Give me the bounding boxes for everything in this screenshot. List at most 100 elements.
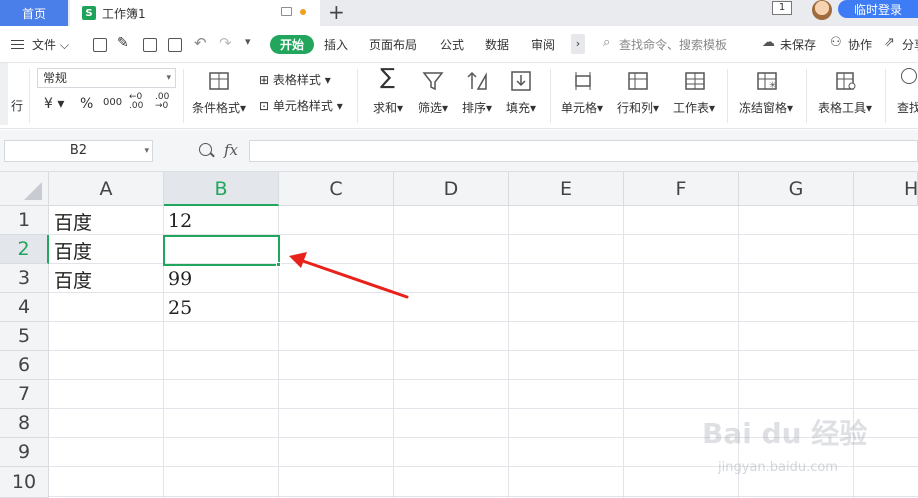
sort-button[interactable]: 排序▾ [462,99,492,116]
worksheet-button[interactable]: 工作表▾ [673,99,715,116]
format-painter-icon[interactable]: ✎ [117,35,129,51]
cell-style-button[interactable]: ⊡ 单元格样式 ▾ [259,97,343,114]
unsaved-dot-icon [300,9,306,15]
more-tabs-chevron-icon[interactable]: › [571,34,585,54]
ribbon-separator [806,69,807,123]
row-header-8[interactable]: 8 [0,409,49,438]
increase-decimal-button[interactable]: ←0 .00 [129,93,147,111]
cell-style-icon: ⊡ [259,99,270,113]
ribbon-separator [550,69,551,123]
freeze-panes-icon[interactable]: ✳ [756,70,778,92]
fill-button[interactable]: 填充▾ [506,99,536,116]
percent-format-button[interactable]: % [80,96,93,112]
table-tools-button[interactable]: 表格工具▾ [818,99,872,116]
svg-text:✳: ✳ [769,81,777,91]
tab-data[interactable]: 数据 [485,36,509,53]
tab-insert[interactable]: 插入 [324,36,348,53]
number-format-select[interactable]: 常规 [37,68,176,88]
cell-icon[interactable] [572,70,594,92]
zoom-icon[interactable] [199,143,212,156]
ribbon-separator [885,69,886,123]
column-header-b[interactable]: B [164,172,279,206]
cell-b1[interactable]: 12 [168,210,192,232]
collaborate-button[interactable]: 协作 [848,36,872,53]
select-all-corner[interactable] [0,172,49,206]
file-menu[interactable]: 文件 ⌵ [32,36,69,53]
row-header-1[interactable]: 1 [0,206,49,235]
tab-page-layout[interactable]: 页面布局 [369,36,417,53]
name-box[interactable]: B2 ▾ [4,140,153,162]
cell-b3[interactable]: 99 [168,268,192,290]
filter-button[interactable]: 筛选▾ [418,99,448,116]
column-header-h[interactable]: H [854,172,918,206]
command-search-input[interactable]: 查找命令、搜索模板 [619,36,727,53]
table-tools-icon[interactable] [835,70,857,92]
conditional-format-button[interactable]: 条件格式▾ [192,99,246,116]
undo-icon[interactable]: ↶ [194,34,207,52]
row-header-4[interactable]: 4 [0,293,49,322]
tab-bar: 首页 S 工作簿1 + 1 临时登录 [0,0,918,26]
table-style-button[interactable]: ⊞ 表格样式 ▾ [259,71,331,88]
grid-line [49,292,918,293]
cell-a2[interactable]: 百度 [54,237,92,264]
cell-a3[interactable]: 百度 [54,266,92,293]
row-column-icon[interactable] [627,70,649,92]
save-icon[interactable] [93,38,107,52]
conditional-format-icon[interactable] [208,70,230,92]
avatar[interactable] [812,0,832,20]
row-column-button[interactable]: 行和列▾ [617,99,659,116]
hamburger-icon[interactable] [11,40,24,49]
cell-b4[interactable]: 25 [168,297,192,319]
row-header-9[interactable]: 9 [0,438,49,467]
ribbon-scroll-left[interactable] [0,63,8,125]
row-header-5[interactable]: 5 [0,322,49,351]
share-button[interactable]: 分享 [902,36,918,53]
formula-input[interactable] [249,140,918,162]
column-header-e[interactable]: E [509,172,624,206]
print-preview-icon[interactable] [168,38,182,52]
active-cell-selection[interactable] [163,235,280,266]
sort-icon[interactable] [466,70,488,92]
tab-home[interactable]: 首页 [0,0,68,26]
column-header-f[interactable]: F [624,172,739,206]
column-header-a[interactable]: A [49,172,164,206]
grid-line [49,496,918,497]
window-count-badge[interactable]: 1 [772,1,792,15]
chevron-down-icon[interactable]: ▾ [144,141,149,161]
thousands-separator-button[interactable]: 000 [103,97,122,108]
decrease-decimal-button[interactable]: .00 →0 [155,93,173,111]
freeze-panes-button[interactable]: 冻结窗格▾ [739,99,793,116]
sum-icon[interactable]: ∑ [380,65,395,90]
quick-access-dropdown-icon[interactable]: ▾ [245,35,251,48]
column-header-c[interactable]: C [279,172,394,206]
print-icon[interactable] [143,38,157,52]
login-button[interactable]: 临时登录 [838,0,918,18]
sum-button[interactable]: 求和▾ [373,99,403,116]
row-header-10[interactable]: 10 [0,467,49,498]
watermark-logo: Bai du 经验 [702,417,868,450]
ribbon-toolbar: 行 常规 ¥ ▾ % 000 ←0 .00 .00 →0 条件格式▾ ⊞ 表格样… [0,63,918,129]
row-header-6[interactable]: 6 [0,351,49,380]
currency-format-button[interactable]: ¥ ▾ [44,96,64,112]
redo-icon[interactable]: ↷ [219,34,232,52]
insert-function-button[interactable]: fx [224,141,238,159]
column-header-d[interactable]: D [394,172,509,206]
new-tab-button[interactable]: + [328,1,345,23]
worksheet-icon[interactable] [684,70,706,92]
row-header-2[interactable]: 2 [0,235,49,264]
find-icon[interactable] [901,68,917,84]
tab-review[interactable]: 审阅 [531,36,555,53]
row-header-3[interactable]: 3 [0,264,49,293]
row-header-7[interactable]: 7 [0,380,49,409]
tab-formula[interactable]: 公式 [440,36,464,53]
monitor-icon[interactable] [281,7,292,16]
fill-handle[interactable] [276,262,281,267]
column-header-g[interactable]: G [739,172,854,206]
cell-button[interactable]: 单元格▾ [561,99,603,116]
unsaved-status[interactable]: 未保存 [780,36,816,53]
tab-start[interactable]: 开始 [270,35,315,54]
find-button[interactable]: 查找 [897,99,918,116]
filter-icon[interactable] [422,70,444,92]
cell-a1[interactable]: 百度 [54,208,92,235]
fill-icon[interactable] [510,70,532,92]
